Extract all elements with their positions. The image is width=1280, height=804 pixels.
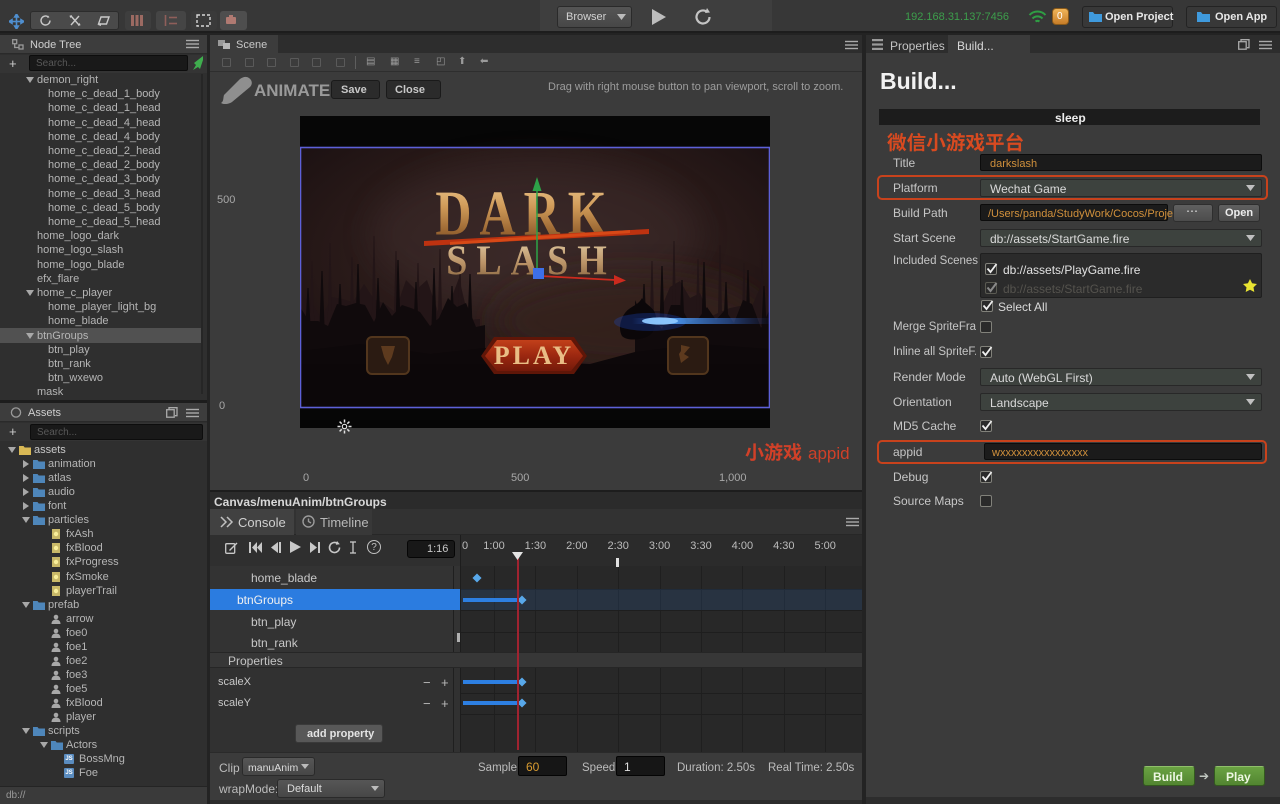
svg-text:PLAY: PLAY [494,341,574,370]
svg-text:SLASH: SLASH [446,237,616,284]
